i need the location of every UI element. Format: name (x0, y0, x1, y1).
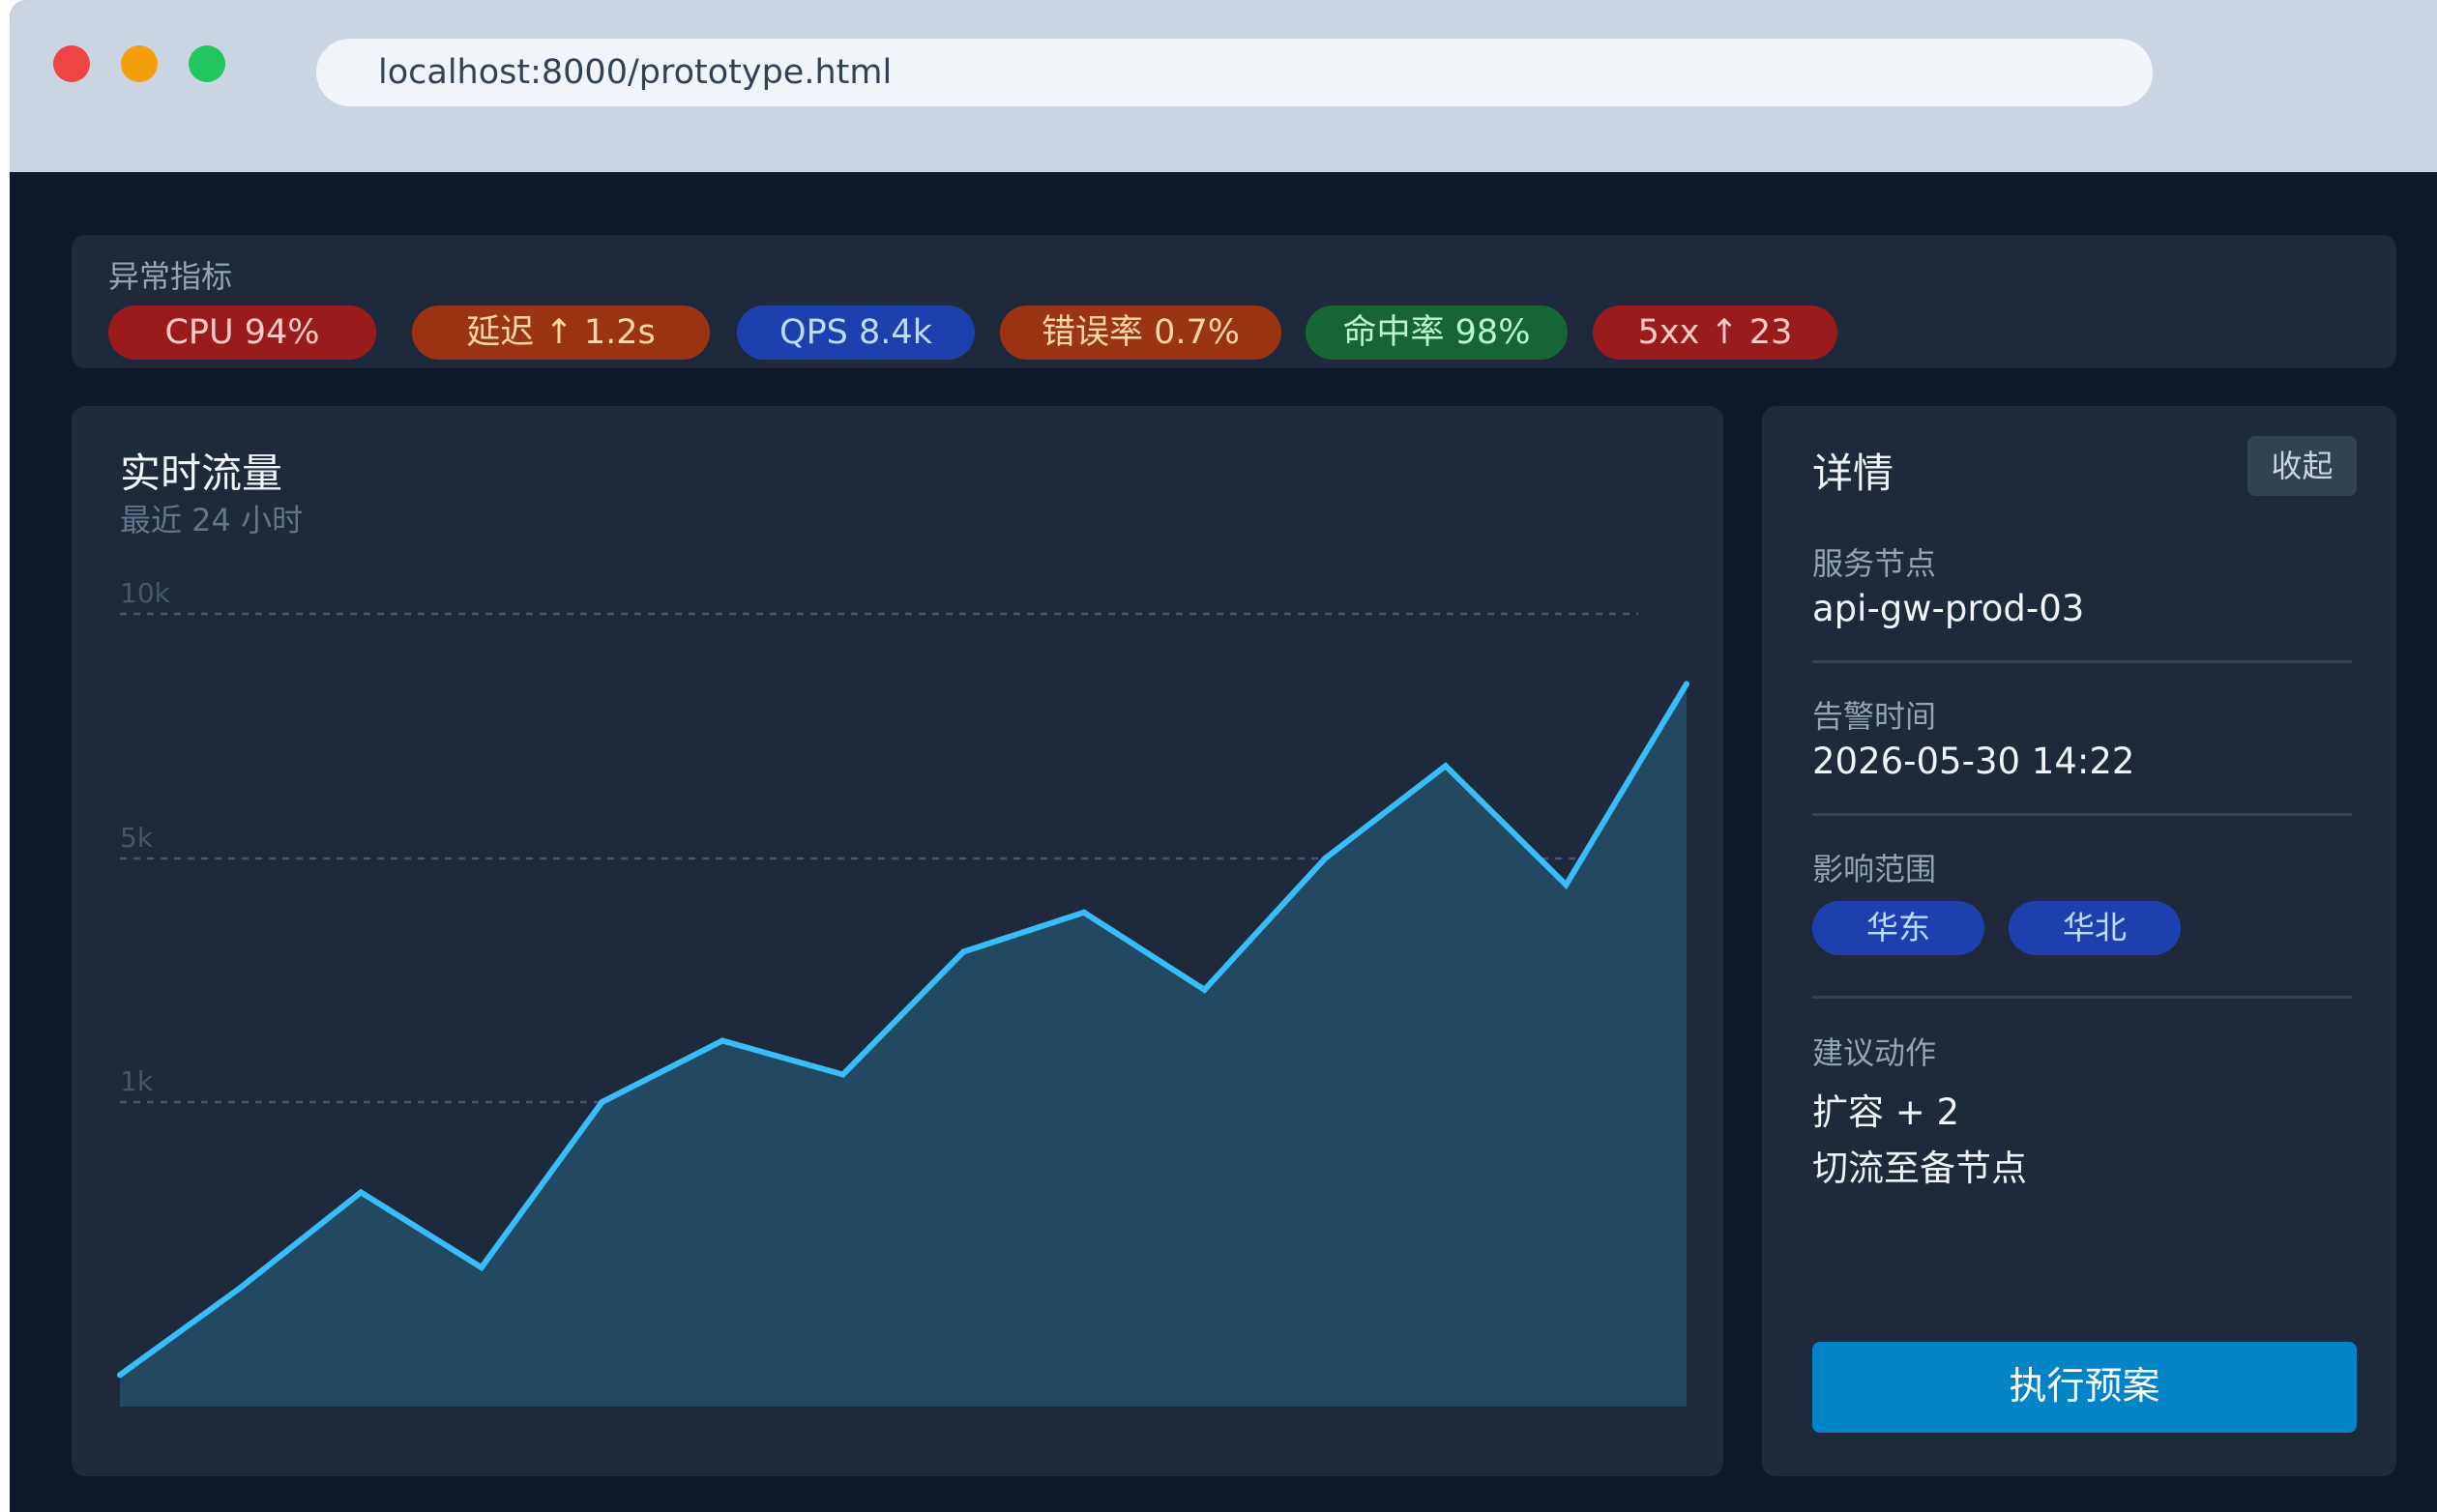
scope-label: 影响范围 (1812, 851, 1937, 887)
action-item: 扩容 + 2 (1812, 1091, 1960, 1133)
browser-window: localhost:8000/prototype.html 异常指标 CPU 9… (10, 0, 2437, 1512)
divider (1812, 813, 2352, 816)
y-tick-label: 10k (120, 577, 171, 609)
y-tick-label: 5k (120, 822, 154, 854)
data-point (1563, 882, 1570, 888)
alert-time-label: 告警时间 (1812, 698, 1937, 735)
detail-panel: 详情 收起 服务节点 api-gw-prod-03 告警时间 2026-05-3… (1762, 406, 2396, 1476)
maximize-window-button[interactable] (189, 45, 225, 82)
divider (1812, 660, 2352, 663)
address-bar[interactable]: localhost:8000/prototype.html (316, 39, 2153, 106)
data-point (1684, 681, 1689, 687)
divider (1812, 996, 2352, 999)
data-point (1080, 909, 1087, 916)
metric-chip-error-rate[interactable]: 错误率 0.7% (1000, 305, 1281, 360)
data-point (117, 1372, 123, 1379)
traffic-area (120, 683, 1687, 1407)
execute-plan-button[interactable]: 执行预案 (1812, 1342, 2357, 1433)
region-tag-east[interactable]: 华东 (1812, 901, 1984, 955)
browser-titlebar: localhost:8000/prototype.html (10, 0, 2437, 172)
metric-chip-5xx[interactable]: 5xx ↑ 23 (1593, 305, 1837, 360)
metric-chip-latency[interactable]: 延迟 ↑ 1.2s (412, 305, 710, 360)
alert-time-value: 2026-05-30 14:22 (1812, 741, 2135, 782)
data-point (1322, 856, 1329, 861)
minimize-window-button[interactable] (121, 45, 158, 82)
node-label: 服务节点 (1812, 545, 1937, 582)
data-point (839, 1071, 846, 1078)
data-point (1442, 763, 1449, 770)
chart-title: 实时流量 (120, 450, 283, 497)
data-point (960, 948, 967, 955)
anomaly-title: 异常指标 (108, 258, 233, 295)
data-point (358, 1189, 365, 1196)
region-tag-north[interactable]: 华北 (2009, 901, 2181, 955)
metric-chip-hit-rate[interactable]: 命中率 98% (1306, 305, 1568, 360)
data-point (599, 1099, 605, 1105)
action-item: 切流至备节点 (1812, 1148, 2027, 1189)
traffic-chart: 10k 5k 1k (117, 577, 1689, 1407)
action-label: 建议动作 (1812, 1034, 1937, 1071)
metric-chip-cpu[interactable]: CPU 94% (108, 305, 376, 360)
data-point (237, 1285, 244, 1291)
detail-title: 详情 (1812, 450, 1894, 497)
chart-subtitle: 最近 24 小时 (120, 502, 304, 538)
data-point (1201, 986, 1208, 993)
close-window-button[interactable] (53, 45, 90, 82)
data-point (478, 1265, 484, 1271)
traffic-chart-panel: 10k 5k 1k 实时流量 最近 24 小时 (72, 406, 1723, 1476)
collapse-button[interactable]: 收起 (2247, 436, 2357, 496)
data-point (719, 1037, 726, 1044)
y-tick-label: 1k (120, 1065, 154, 1097)
metric-chip-qps[interactable]: QPS 8.4k (737, 305, 975, 360)
page-content: 异常指标 CPU 94% 延迟 ↑ 1.2s QPS 8.4k 错误率 0.7%… (10, 172, 2437, 1512)
anomaly-panel: 异常指标 CPU 94% 延迟 ↑ 1.2s QPS 8.4k 错误率 0.7%… (72, 235, 2396, 368)
node-value: api-gw-prod-03 (1812, 588, 2085, 629)
